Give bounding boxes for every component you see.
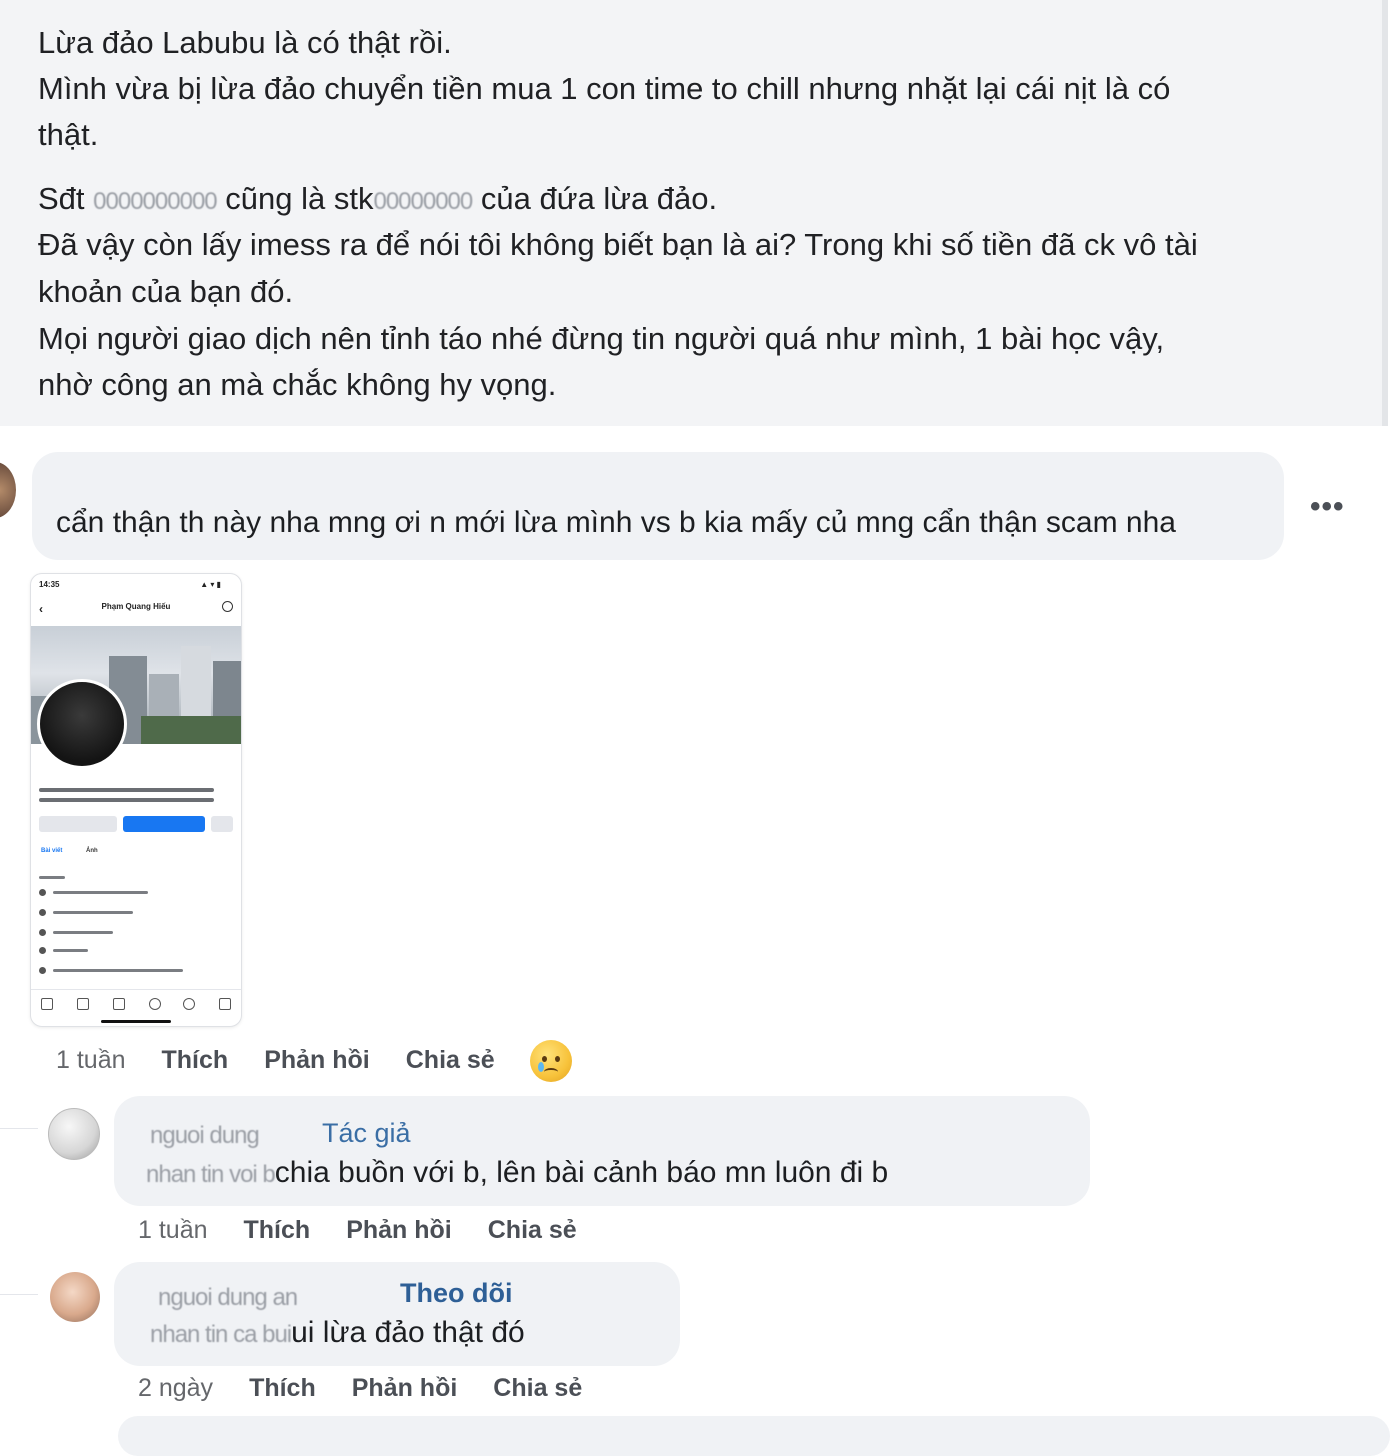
- marketplace-icon: [113, 998, 125, 1010]
- redacted-mention: nhan tin ca bui: [150, 1321, 292, 1348]
- post-text-line: Lừa đảo Labubu là có thật rồi.: [38, 25, 452, 60]
- reply-button[interactable]: Phản hồi: [346, 1216, 452, 1245]
- profile-name: Phạm Quang Hiếu: [101, 602, 171, 611]
- follow-button[interactable]: Theo dõi: [400, 1278, 512, 1309]
- search-icon: [222, 601, 233, 612]
- reply-time[interactable]: 1 tuần: [138, 1216, 208, 1245]
- reply-actions: 1 tuần Thích Phản hồi Chia sẻ: [138, 1216, 613, 1245]
- post-text-line: Mình vừa bị lừa đảo chuyển tiền mua 1 co…: [38, 71, 1171, 106]
- post-text-line: Sđt 0000000000 cũng là stk00000000 của đ…: [38, 176, 717, 225]
- post-text-segment: của đứa lừa đảo.: [480, 181, 718, 216]
- home-indicator: [101, 1020, 171, 1023]
- tab-photos: Ảnh: [86, 848, 98, 854]
- redacted-phone: 0000000000: [93, 188, 217, 215]
- reply-author-name[interactable]: nguoi dung an: [158, 1284, 298, 1312]
- reply-button[interactable]: Phản hồi: [352, 1374, 458, 1403]
- redacted-mention: nhan tin voi b: [146, 1161, 276, 1188]
- reply-time[interactable]: 2 ngày: [138, 1374, 213, 1403]
- reply-text: nhan tin voi bchia buồn với b, lên bài c…: [146, 1156, 888, 1190]
- video-icon: [77, 998, 89, 1010]
- home-icon: [41, 998, 53, 1010]
- add-friend-button: [39, 816, 117, 832]
- more-options-icon[interactable]: •••: [1310, 490, 1345, 524]
- next-comment-bubble: [118, 1416, 1390, 1456]
- status-time: 14:35: [39, 580, 60, 589]
- more-button: [211, 816, 233, 832]
- tab-posts: Bài viết: [41, 848, 63, 854]
- commenter-avatar[interactable]: [0, 462, 16, 518]
- comment-bubble: cẩn thận th này nha mng ơi n mới lừa mìn…: [32, 452, 1284, 560]
- bottom-nav: [31, 989, 241, 1026]
- friends-icon: [149, 998, 161, 1010]
- profile-nav: ‹ Phạm Quang Hiếu: [37, 601, 235, 618]
- like-button[interactable]: Thích: [244, 1216, 311, 1245]
- post-body: Lừa đảo Labubu là có thật rồi. Mình vừa …: [0, 0, 1388, 426]
- comment-attachment-image[interactable]: 14:35 ▲ ▾ ▮ ‹ Phạm Quang Hiếu Bài viết Ả…: [30, 573, 242, 1027]
- back-icon: ‹: [39, 602, 43, 616]
- comment-text: cẩn thận th này nha mng ơi n mới lừa mìn…: [56, 506, 1176, 539]
- message-button: [123, 816, 205, 832]
- reply-actions: 2 ngày Thích Phản hồi Chia sẻ: [138, 1374, 618, 1403]
- profile-avatar: [37, 679, 127, 769]
- thread-connector: [0, 1294, 38, 1295]
- post-text-line: Đã vậy còn lấy imess ra để nói tôi không…: [38, 227, 1198, 262]
- menu-icon: [219, 998, 231, 1010]
- bio-line: [39, 798, 214, 802]
- status-bar: 14:35 ▲ ▾ ▮: [39, 580, 233, 592]
- reply-avatar[interactable]: [50, 1272, 100, 1322]
- post-text-segment: cũng là stk: [225, 181, 374, 216]
- post-text-line: nhờ công an mà chắc không hy vọng.: [38, 367, 557, 402]
- post-text-line: thật.: [38, 117, 99, 152]
- thread-connector: [0, 1128, 38, 1129]
- like-button[interactable]: Thích: [162, 1046, 229, 1075]
- comment-actions: 1 tuần Thích Phản hồi Chia sẻ: [56, 1046, 531, 1075]
- reply-author-name[interactable]: nguoi dung: [150, 1122, 260, 1150]
- share-button[interactable]: Chia sẻ: [493, 1374, 582, 1403]
- reply-text-body: chia buồn với b, lên bài cảnh báo mn luô…: [274, 1156, 889, 1189]
- comment-time[interactable]: 1 tuần: [56, 1046, 126, 1075]
- reply-button[interactable]: Phản hồi: [264, 1046, 370, 1075]
- crying-face-icon[interactable]: [530, 1040, 572, 1082]
- reply-text: nhan tin ca buiui lừa đảo thật đó: [150, 1316, 525, 1350]
- post-text-line: Mọi người giao dịch nên tỉnh táo nhé đừn…: [38, 321, 1165, 356]
- reply-avatar[interactable]: [48, 1108, 100, 1160]
- post-text-line: khoản của bạn đó.: [38, 274, 294, 309]
- bio-line: [39, 788, 214, 792]
- redacted-account: 00000000: [373, 188, 473, 215]
- like-button[interactable]: Thích: [249, 1374, 316, 1403]
- share-button[interactable]: Chia sẻ: [406, 1046, 495, 1075]
- reply-text-body: ui lừa đảo thật đó: [291, 1316, 525, 1349]
- author-badge: Tác giả: [322, 1118, 411, 1148]
- post-text-segment: Sđt: [38, 181, 85, 216]
- share-button[interactable]: Chia sẻ: [488, 1216, 577, 1245]
- reply-bubble: [114, 1262, 680, 1366]
- bell-icon: [183, 998, 195, 1010]
- status-icons: ▲ ▾ ▮: [200, 580, 221, 589]
